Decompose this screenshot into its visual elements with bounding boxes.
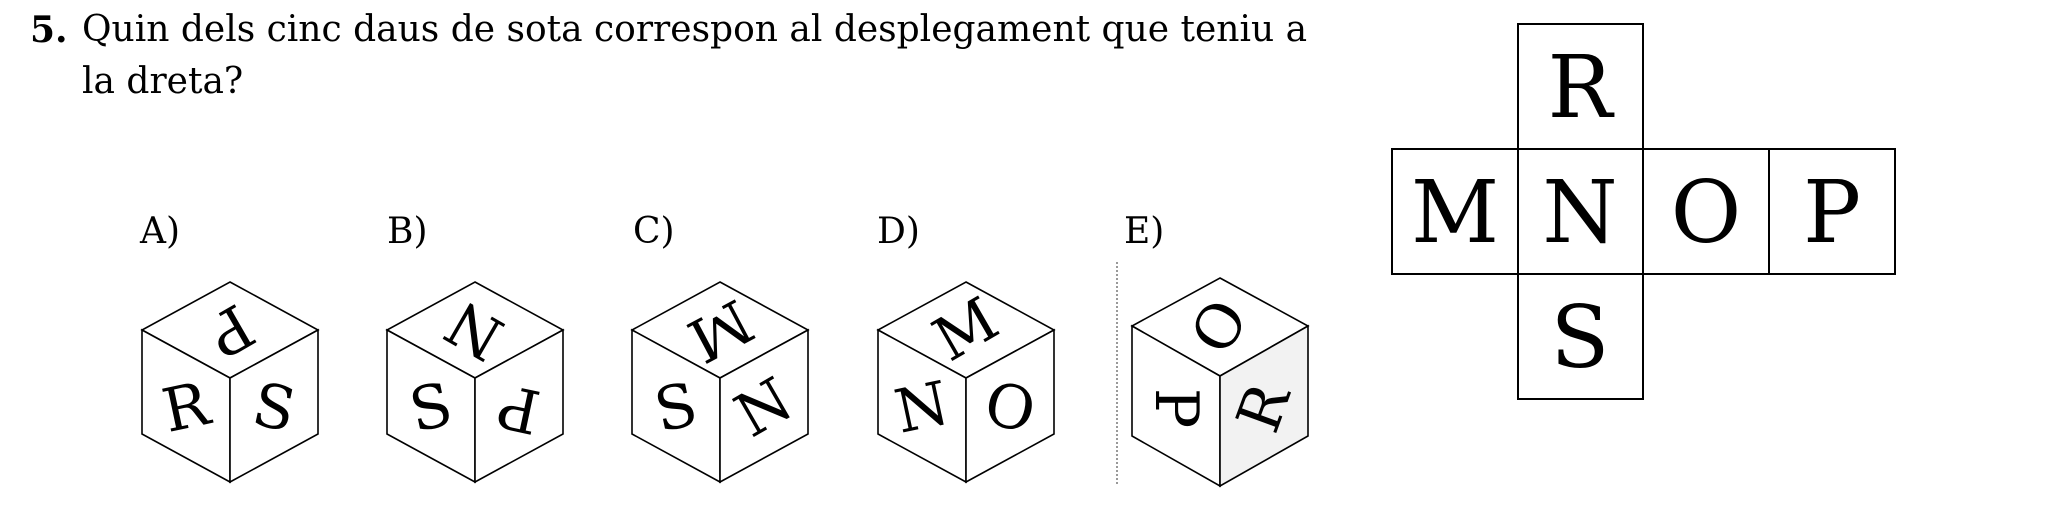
- option-b-label: B): [387, 211, 428, 252]
- question-number: 5.: [30, 9, 68, 51]
- net-letter-bottom: S: [1551, 288, 1610, 388]
- cube-option-d: M N O: [876, 281, 1056, 484]
- option-c-label: C): [633, 211, 675, 252]
- cube-option-e: O P R: [1130, 277, 1310, 488]
- question-text-line-1: Quin dels cinc daus de sota correspon al…: [82, 9, 1308, 50]
- net-letter-row-2: N: [1542, 163, 1617, 263]
- option-e-label: E): [1124, 211, 1165, 252]
- question-text-line-2: la dreta?: [82, 61, 244, 102]
- cube-option-b: N S P: [385, 281, 565, 484]
- net-letter-top: R: [1548, 38, 1615, 138]
- option-d-label: D): [877, 211, 920, 252]
- question: 5. Quin dels cinc daus de sota correspon…: [30, 4, 1330, 108]
- cube-e-left-letter: P: [1141, 388, 1211, 428]
- cube-option-a: P R S: [140, 281, 320, 484]
- cube-option-c: M S N: [630, 281, 810, 484]
- separator-dotted-line: [1116, 262, 1118, 484]
- net-letter-row-4: P: [1803, 163, 1861, 263]
- cube-net: R M N O P S: [1391, 23, 1896, 400]
- option-a-label: A): [140, 211, 181, 252]
- net-letter-row-1: M: [1411, 163, 1499, 263]
- net-letter-row-3: O: [1671, 163, 1742, 263]
